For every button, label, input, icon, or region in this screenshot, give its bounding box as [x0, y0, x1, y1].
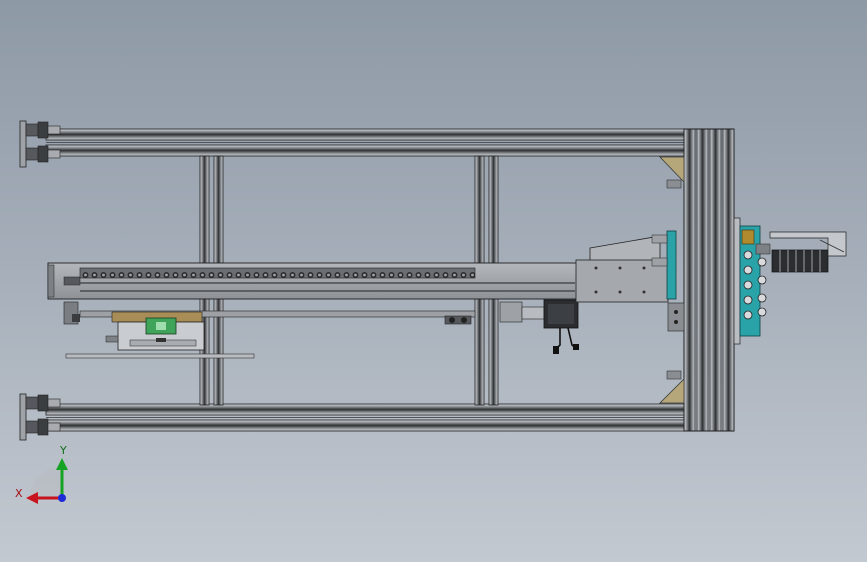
y-axis-arrowhead — [56, 458, 68, 470]
frame-top-rail — [45, 128, 687, 157]
x-axis-label: X — [15, 487, 23, 500]
coordinate-triad[interactable]: Y X — [15, 444, 68, 504]
y-axis-label: Y — [59, 444, 67, 457]
carriage-block — [65, 311, 255, 359]
gripper-plate — [733, 217, 771, 345]
assembly-drawing: Y X — [15, 120, 847, 504]
servo-motor — [499, 299, 579, 354]
cable-drag-chain — [769, 231, 847, 273]
z-axis-dot — [58, 494, 66, 502]
cad-viewport[interactable]: Y X — [0, 0, 867, 562]
triad-plane-shading — [29, 467, 63, 498]
frame-right-end-profiles — [683, 128, 735, 432]
frame-bottom-rail — [45, 403, 687, 432]
leveling-foot-top — [19, 120, 61, 168]
tapered-mount-plate — [575, 235, 669, 303]
